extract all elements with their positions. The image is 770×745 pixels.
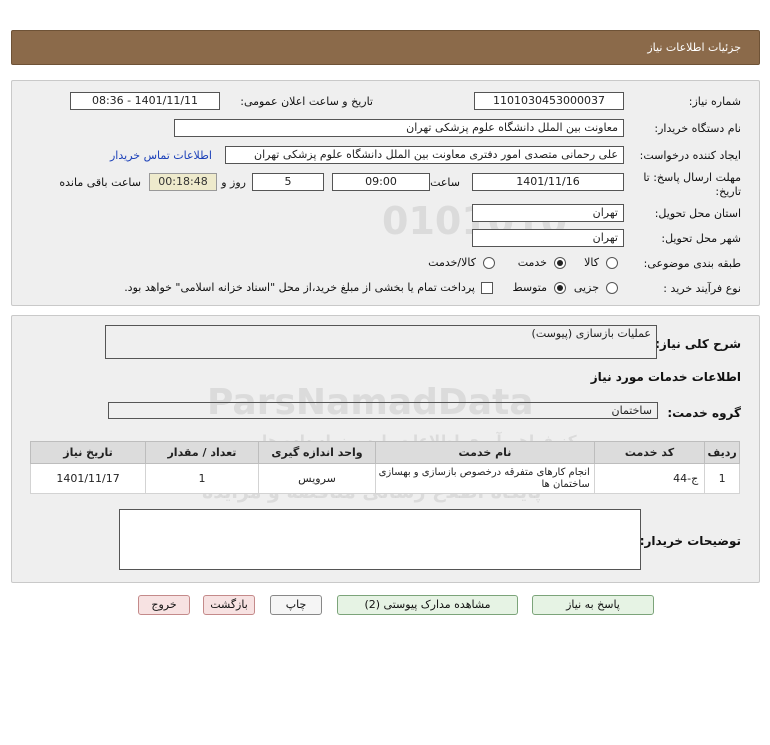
exit-button[interactable]: خروج [138, 595, 190, 615]
col-header-name: نام خدمت [375, 441, 595, 464]
days-label: روز و [221, 176, 246, 189]
summary-label: شرح کلی نیاز: [655, 337, 741, 351]
cell-service-code: ج-44 [593, 463, 706, 494]
cell-quantity: 1 [145, 463, 259, 494]
process-label: نوع فرآیند خرید : [663, 282, 741, 295]
view-documents-button[interactable]: مشاهده مدارک پیوستی (2) [337, 595, 518, 615]
process-medium-radio[interactable] [554, 282, 566, 294]
province-field: تهران [472, 204, 624, 222]
deadline-time-field: 09:00 [332, 173, 430, 191]
col-header-row: ردیف [704, 441, 740, 464]
creator-field: علی رحمانی متصدی امور دفتری معاونت بین ا… [225, 146, 624, 164]
category-goods-label: کالا [584, 256, 599, 269]
category-service-radio[interactable] [554, 257, 566, 269]
creator-label: ایجاد کننده درخواست: [639, 149, 741, 162]
days-field: 5 [252, 173, 324, 191]
need-number-label: شماره نیاز: [688, 95, 741, 108]
category-goods-service-radio[interactable] [483, 257, 495, 269]
remaining-time-field: 00:18:48 [149, 173, 217, 191]
summary-field: عملیات بازسازی (پیوست) [105, 325, 657, 359]
buyer-field: معاونت بین الملل دانشگاه علوم پزشکی تهرا… [174, 119, 624, 137]
col-header-quantity: تعداد / مقدار [145, 441, 259, 464]
page-title: جزئیات اطلاعات نیاز [647, 41, 741, 54]
city-field: تهران [472, 229, 624, 247]
reply-button[interactable]: پاسخ به نیاز [532, 595, 654, 615]
announce-datetime-field: 1401/11/11 - 08:36 [70, 92, 220, 110]
table-row: 1 ج-44 انجام کارهای متفرقه درخصوص بازساز… [29, 463, 740, 494]
deadline-date-field: 1401/11/16 [472, 173, 624, 191]
cell-need-date: 1401/11/17 [29, 463, 147, 494]
payment-note: پرداخت تمام یا بخشی از مبلغ خرید،از محل … [124, 281, 475, 294]
category-goods-radio[interactable] [606, 257, 618, 269]
cell-row-number: 1 [704, 463, 740, 494]
services-table: ردیف کد خدمت نام خدمت واحد اندازه گیری ت… [29, 441, 740, 494]
buyer-contact-link[interactable]: اطلاعات تماس خریدار [110, 149, 212, 162]
treasury-payment-checkbox[interactable] [481, 282, 493, 294]
province-label: استان محل تحویل: [654, 207, 741, 220]
services-heading: اطلاعات خدمات مورد نیاز [590, 370, 741, 384]
back-button[interactable]: بازگشت [203, 595, 255, 615]
announce-label: تاریخ و ساعت اعلان عمومی: [240, 95, 373, 108]
buyer-notes-label: توضیحات خریدار: [639, 534, 741, 548]
col-header-unit: واحد اندازه گیری [257, 441, 377, 464]
col-header-date: تاریخ نیاز [29, 441, 147, 464]
category-label: طبقه بندی موضوعی: [643, 257, 741, 270]
buyer-label: نام دستگاه خریدار: [654, 122, 741, 135]
remaining-label: ساعت باقی مانده [59, 176, 141, 189]
print-button[interactable]: چاپ [270, 595, 322, 615]
deadline-label-line1: مهلت ارسال پاسخ: تا [643, 171, 741, 184]
deadline-time-label: ساعت [430, 176, 460, 189]
deadline-label-line2: تاریخ: [715, 185, 741, 198]
need-details-panel: 0101010 شماره نیاز: 1101030453000037 تار… [11, 80, 760, 306]
process-minor-radio[interactable] [606, 282, 618, 294]
cell-service-name: انجام کارهای متفرقه درخصوص بازسازی و بهس… [375, 463, 595, 494]
category-goods-service-label: کالا/خدمت [428, 256, 476, 269]
category-service-label: خدمت [517, 256, 547, 269]
process-minor-label: جزیی [573, 281, 599, 294]
page-header: جزئیات اطلاعات نیاز [11, 30, 760, 65]
city-label: شهر محل تحویل: [661, 232, 741, 245]
service-group-field: ساختمان [108, 402, 658, 419]
need-summary-panel: ParsNamadData مرکز فراهم آوری اطلاعات پا… [11, 315, 760, 583]
process-medium-label: متوسط [512, 281, 547, 294]
need-number-field: 1101030453000037 [474, 92, 624, 110]
buyer-notes-field [119, 509, 641, 570]
service-group-label: گروه خدمت: [667, 406, 741, 420]
col-header-code: کد خدمت [593, 441, 706, 464]
cell-unit: سرویس [257, 463, 377, 494]
